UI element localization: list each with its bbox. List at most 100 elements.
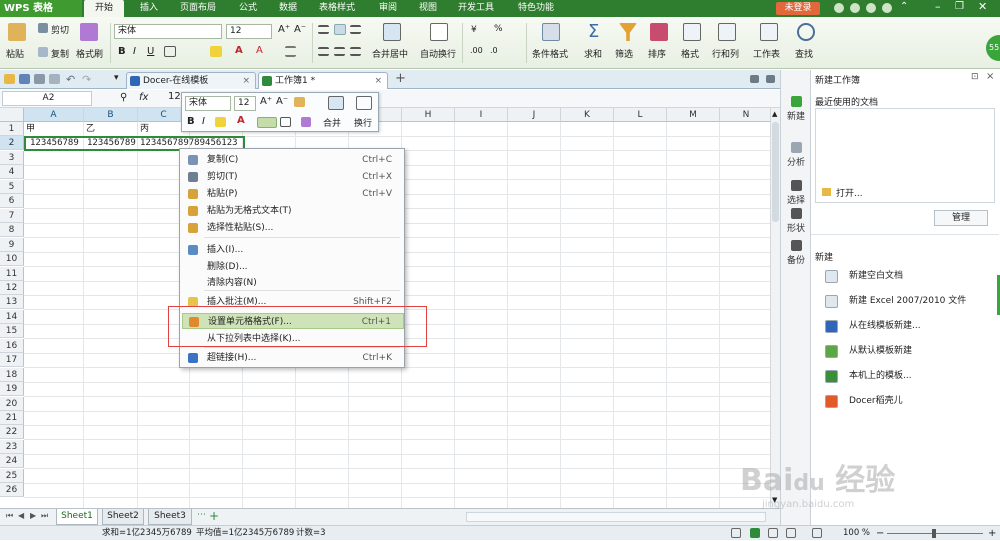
font-grow-icon[interactable]: A⁺ — [278, 24, 290, 35]
row-header-11[interactable]: 11 — [0, 266, 24, 281]
sheet-tab-3[interactable]: Sheet3 — [148, 509, 192, 525]
menu-tab-3[interactable]: 公式 — [230, 0, 266, 17]
open-link[interactable]: 打开... — [836, 186, 863, 199]
side-strip-1[interactable]: 分析 — [783, 142, 809, 168]
context-menu-item-6[interactable]: 删除(D)... — [182, 259, 404, 275]
sum-button[interactable]: 求和 — [584, 47, 602, 60]
row-header-16[interactable]: 16 — [0, 338, 24, 353]
tab-list-icon[interactable] — [750, 75, 759, 83]
mini-font-select[interactable]: 宋体 — [185, 96, 231, 111]
side-strip-3[interactable]: 形状 — [783, 208, 809, 234]
percent-button[interactable]: % — [494, 24, 503, 34]
row-header-9[interactable]: 9 — [0, 237, 24, 252]
side-strip-0[interactable]: 新建 — [783, 96, 809, 122]
tab-docer[interactable]: Docer-在线模板 × — [126, 72, 256, 89]
row-header-23[interactable]: 23 — [0, 439, 24, 454]
insert-function-icon[interactable]: fx — [139, 92, 148, 103]
row-header-26[interactable]: 26 — [0, 483, 24, 498]
row-header-20[interactable]: 20 — [0, 396, 24, 411]
mini-painter-icon[interactable] — [301, 117, 311, 127]
task-pane-item-1[interactable]: 新建 Excel 2007/2010 文件 — [819, 291, 966, 311]
context-menu-item-0[interactable]: 复制(C) Ctrl+C — [182, 152, 404, 168]
conditional-format-button[interactable]: 条件格式 — [532, 47, 568, 60]
context-menu-item-4[interactable]: 选择性粘贴(S)... — [182, 220, 404, 236]
shirt-icon[interactable] — [866, 3, 876, 13]
row-header-15[interactable]: 15 — [0, 324, 24, 339]
copy-button[interactable]: 复制 — [51, 47, 69, 60]
first-sheet-icon[interactable]: ⏮ — [6, 511, 13, 521]
align-top-icon[interactable] — [318, 25, 329, 34]
scroll-thumb[interactable] — [772, 122, 779, 222]
chevron-down-icon[interactable]: ▾ — [114, 73, 119, 83]
align-bottom-icon[interactable] — [350, 25, 361, 34]
next-sheet-icon[interactable]: ▶ — [30, 511, 36, 520]
close-icon[interactable]: ✕ — [978, 0, 987, 13]
print-icon[interactable] — [34, 74, 45, 84]
mini-italic-button[interactable]: I — [202, 116, 205, 127]
column-header-m[interactable]: M — [667, 108, 720, 122]
prev-sheet-icon[interactable]: ◀ — [18, 511, 24, 520]
conditional-format-icon[interactable] — [542, 23, 560, 41]
recent-docs-list[interactable]: 打开... — [815, 108, 995, 203]
copy-icon[interactable] — [38, 47, 48, 57]
column-header-h[interactable]: H — [402, 108, 455, 122]
bold-button[interactable]: B — [118, 46, 126, 57]
font-name-select[interactable]: 宋体 — [114, 24, 222, 39]
align-middle-icon[interactable] — [334, 24, 346, 35]
cell-a1[interactable]: 甲 — [26, 122, 84, 136]
restore-icon[interactable]: ❐ — [955, 1, 964, 12]
row-header-7[interactable]: 7 — [0, 208, 24, 223]
currency-icon[interactable]: ¥ — [468, 24, 488, 39]
find-icon[interactable] — [797, 23, 815, 41]
row-col-icon[interactable] — [718, 23, 736, 41]
wrap-text-button[interactable]: 自动换行 — [420, 47, 456, 60]
row-header-2[interactable]: 2 — [0, 136, 24, 151]
menu-tab-2[interactable]: 页面布局 — [172, 0, 224, 17]
help-icon[interactable] — [882, 3, 892, 13]
column-header-i[interactable]: I — [455, 108, 508, 122]
name-box[interactable]: A2 — [2, 91, 92, 106]
row-header-1[interactable]: 1 — [0, 122, 24, 136]
fill-color-icon[interactable] — [210, 46, 222, 57]
column-header-n[interactable]: N — [720, 108, 770, 122]
indent-icon[interactable] — [285, 46, 296, 57]
mini-wrap-icon[interactable] — [356, 96, 372, 110]
task-pane-item-2[interactable]: 从在线模板新建... — [819, 316, 921, 336]
row-header-13[interactable]: 13 — [0, 295, 24, 310]
save-icon[interactable] — [19, 74, 30, 84]
close-tab-icon[interactable]: × — [374, 73, 382, 89]
row-header-3[interactable]: 3 — [0, 150, 24, 165]
wrap-text-icon[interactable] — [430, 23, 448, 41]
align-center-icon[interactable] — [334, 47, 345, 56]
scroll-up-icon[interactable]: ▲ — [772, 110, 777, 118]
format-painter-icon[interactable] — [80, 23, 98, 41]
mini-paste-icon[interactable] — [294, 97, 305, 107]
task-pane-item-5[interactable]: Docer稻壳儿 — [819, 391, 903, 411]
manage-button[interactable]: 管理 — [934, 210, 988, 226]
app-menu-button[interactable]: WPS 表格 — [0, 0, 82, 17]
format-button[interactable]: 格式 — [681, 47, 699, 60]
sheet-tab-1[interactable]: Sheet1 — [56, 509, 98, 525]
sum-icon[interactable]: Σ — [588, 21, 599, 42]
clear-format-icon[interactable]: A — [256, 45, 263, 56]
context-menu-item-1[interactable]: 剪切(T) Ctrl+X — [182, 169, 404, 185]
row-header-12[interactable]: 12 — [0, 280, 24, 295]
worksheet-icon[interactable] — [760, 23, 778, 41]
align-right-icon[interactable] — [350, 47, 361, 56]
cut-icon[interactable] — [38, 23, 48, 33]
format-icon[interactable] — [683, 23, 701, 41]
row-header-24[interactable]: 24 — [0, 454, 24, 469]
menu-tab-4[interactable]: 数据 — [270, 0, 306, 17]
context-menu-item-5[interactable]: 插入(I)... — [182, 242, 404, 258]
mini-bold-button[interactable]: B — [187, 116, 195, 127]
more-sheets-icon[interactable]: ⋯ — [197, 510, 206, 520]
minimize-icon[interactable]: – — [935, 0, 941, 13]
skin-icon[interactable] — [834, 3, 844, 13]
context-menu-item-3[interactable]: 粘贴为无格式文本(T) — [182, 203, 404, 219]
column-header-l[interactable]: L — [614, 108, 667, 122]
row-header-6[interactable]: 6 — [0, 194, 24, 209]
font-size-select[interactable]: 12 — [226, 24, 272, 39]
column-header-b[interactable]: B — [84, 108, 138, 122]
select-all-corner[interactable] — [0, 108, 24, 122]
mini-wrap-button[interactable]: 换行 — [354, 116, 372, 129]
